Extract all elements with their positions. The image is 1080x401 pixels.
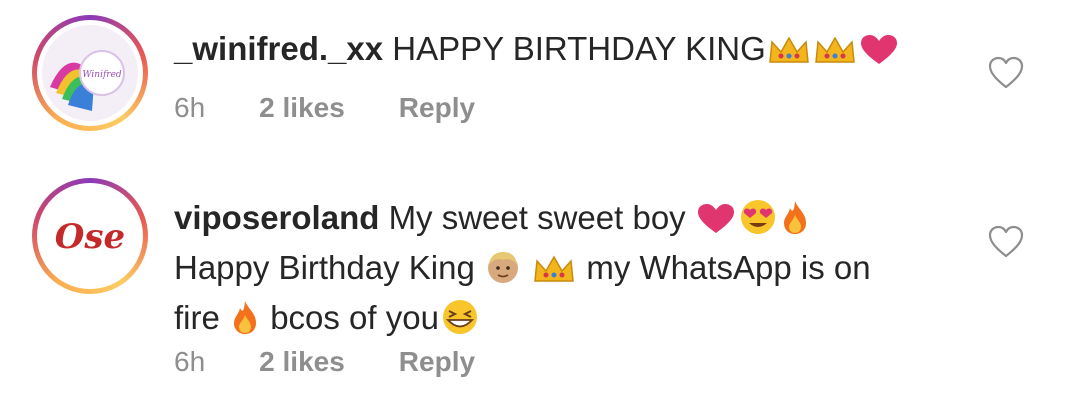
likes-link[interactable]: 2 likes	[259, 92, 345, 124]
comment-body-2a: Happy Birthday King	[174, 249, 475, 286]
avatar-image: Winifred	[42, 25, 138, 121]
fire-icon	[780, 199, 810, 246]
crown-icon	[767, 33, 811, 77]
likes-link[interactable]: 2 likes	[259, 346, 345, 378]
fire-icon	[230, 299, 260, 346]
avatar[interactable]: Winifred	[32, 15, 148, 131]
reply-button[interactable]: Reply	[399, 92, 475, 124]
comment-line-1: viposeroland My sweet sweet boy	[174, 196, 954, 246]
comment-body-3b: bcos of you	[270, 299, 439, 336]
comment-line-3: fire bcos of you	[174, 296, 954, 346]
comment-meta: 6h 2 likes Reply	[174, 92, 475, 124]
boy-face-icon	[485, 249, 521, 296]
comment-username[interactable]: viposeroland	[174, 199, 379, 236]
comment-body-2b: my WhatsApp is on	[586, 249, 871, 286]
reply-button[interactable]: Reply	[399, 346, 475, 378]
crown-icon	[532, 252, 576, 296]
comment-text: _winifred._xx HAPPY BIRTHDAY KING	[174, 27, 954, 77]
heart-eyes-icon	[738, 199, 778, 246]
grinning-squint-icon	[440, 299, 480, 346]
comment-time: 6h	[174, 346, 206, 377]
comment-text: viposeroland My sweet sweet boy Happy Bi…	[174, 196, 954, 346]
like-heart-icon[interactable]	[988, 225, 1024, 259]
avatar-image: Ose	[42, 188, 138, 284]
comment-username[interactable]: _winifred._xx	[174, 30, 383, 67]
avatar-label: Ose	[55, 217, 125, 257]
avatar[interactable]: Ose	[32, 178, 148, 294]
heart-emoji-icon	[696, 202, 736, 246]
comment-body: HAPPY BIRTHDAY KING	[392, 30, 766, 67]
comment-body-3a: fire	[174, 299, 220, 336]
avatar-label: Winifred	[82, 70, 122, 80]
comment-meta: 6h 2 likes Reply	[174, 346, 475, 378]
comment-line-2: Happy Birthday King my WhatsApp is on	[174, 246, 954, 296]
comment-time: 6h	[174, 92, 206, 123]
comment-body-1: My sweet sweet boy	[388, 199, 686, 236]
heart-emoji-icon	[859, 33, 899, 77]
like-heart-icon[interactable]	[988, 56, 1024, 90]
crown-icon	[813, 33, 857, 77]
